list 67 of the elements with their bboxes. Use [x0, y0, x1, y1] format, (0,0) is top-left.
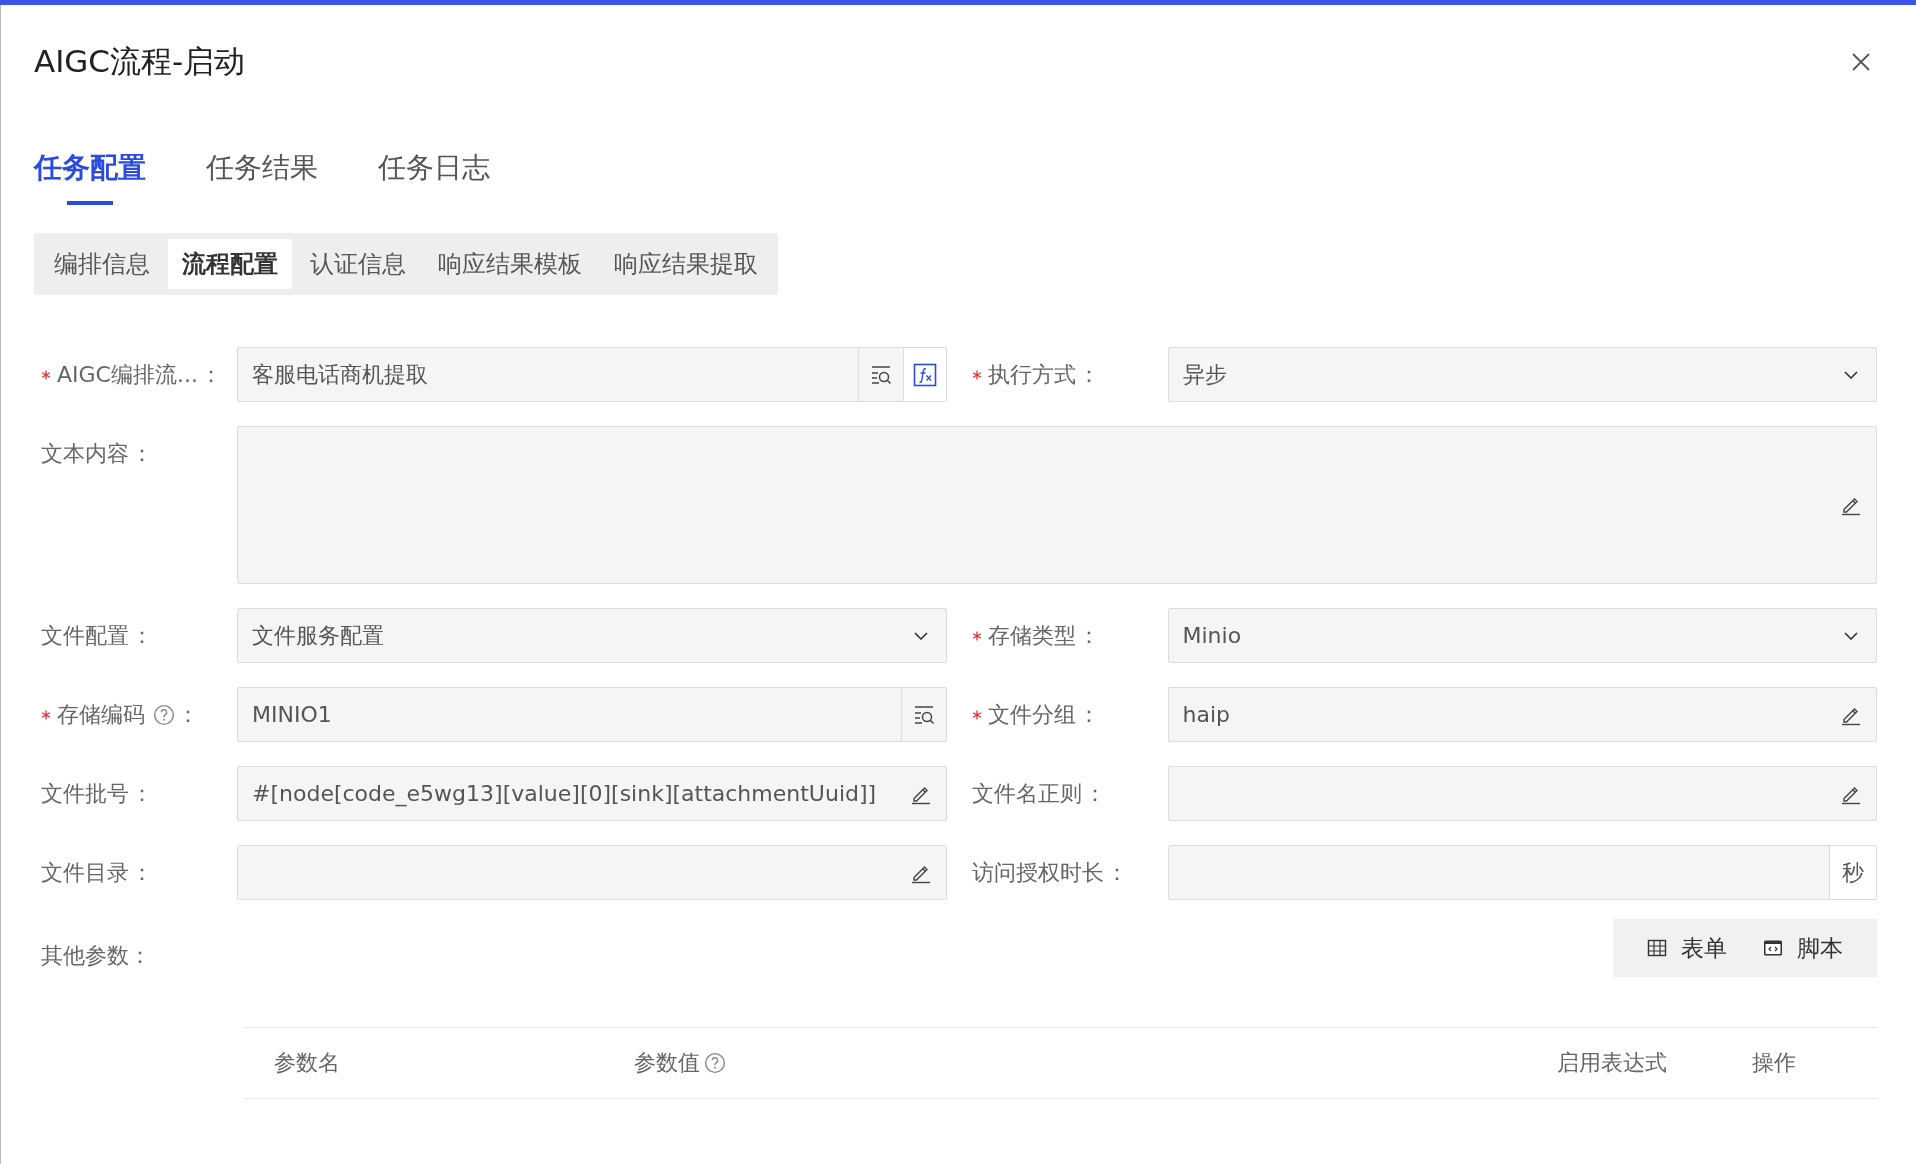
column-header: 启用表达式: [1557, 1049, 1667, 1077]
label-colon: ：: [131, 858, 154, 887]
field-label: 文件配置: [41, 621, 129, 650]
unit-addon: 秒: [1829, 846, 1876, 899]
sub-tab[interactable]: 响应结果模板: [424, 239, 596, 289]
field-value: 异步: [1181, 360, 1228, 389]
field-label: 文本内容: [41, 439, 129, 468]
formula-button[interactable]: [902, 348, 946, 401]
input-field[interactable]: #[node[code_e5wg13][value][0][sink][attachmentUuid]]: [237, 766, 947, 821]
field-label: AIGC编排流...: [57, 360, 198, 389]
input-field[interactable]: 秒: [1167, 845, 1877, 900]
label-colon: ：: [199, 360, 223, 389]
input-field[interactable]: MINIO1: [237, 687, 947, 742]
mode-button[interactable]: 脚本: [1753, 926, 1853, 970]
field-label: 文件分组: [987, 700, 1076, 729]
field-value: 文件服务配置: [251, 621, 385, 650]
chevron-down-icon: [1844, 631, 1858, 640]
input-field[interactable]: 文件服务配置: [237, 608, 947, 663]
field-value: MINIO1: [251, 702, 333, 727]
field-value: #[node[code_e5wg13][value][0][sink][attachmentUuid]]: [251, 781, 878, 806]
label-colon: ：: [1083, 779, 1107, 808]
label-colon: ：: [1105, 858, 1129, 887]
help-icon[interactable]: [704, 1052, 726, 1074]
label-colon: ：: [131, 621, 154, 650]
label-colon: ：: [131, 439, 154, 468]
code-window-icon: [1763, 938, 1783, 958]
dialog-title: AIGC流程-启动: [34, 42, 246, 81]
tab[interactable]: 任务结果: [206, 149, 318, 205]
column-header: 操作: [1752, 1049, 1796, 1077]
table-icon: [1647, 938, 1667, 958]
input-field[interactable]: [1167, 766, 1877, 821]
chevron-down-icon: [1844, 370, 1858, 379]
field-label: 访问授权时长: [971, 858, 1104, 887]
mode-button[interactable]: 表单: [1637, 926, 1737, 970]
close-icon[interactable]: [1851, 52, 1871, 72]
input-field[interactable]: [237, 426, 1877, 584]
field-label: 文件名正则: [971, 779, 1082, 808]
label-colon: ：: [1077, 360, 1101, 389]
tab[interactable]: 任务配置: [34, 149, 146, 205]
field-value: 客服电话商机提取: [251, 360, 429, 389]
field-label: 存储编码: [57, 700, 145, 729]
input-field[interactable]: 异步: [1167, 347, 1877, 402]
sub-tab[interactable]: 认证信息: [296, 239, 420, 289]
input-field[interactable]: 客服电话商机提取: [237, 347, 947, 402]
field-label: 存储类型: [987, 621, 1076, 650]
tab[interactable]: 任务日志: [378, 149, 490, 205]
label-colon: ：: [1077, 700, 1101, 729]
field-value: Minio: [1181, 623, 1243, 648]
field-label: 文件批号: [41, 779, 129, 808]
field-value: haip: [1181, 702, 1231, 727]
sub-tab[interactable]: 响应结果提取: [600, 239, 772, 289]
sub-tab[interactable]: 流程配置: [168, 239, 292, 289]
input-field[interactable]: Minio: [1167, 608, 1877, 663]
label-colon: ：: [177, 700, 200, 729]
field-label: 执行方式: [987, 360, 1076, 389]
help-icon[interactable]: [153, 703, 175, 726]
input-field[interactable]: haip: [1167, 687, 1877, 742]
field-label: 文件目录: [41, 858, 129, 887]
column-header: 参数值: [634, 1049, 700, 1077]
input-field[interactable]: [237, 845, 947, 900]
column-header: 参数名: [274, 1049, 340, 1077]
field-label: 其他参数：: [41, 941, 151, 970]
label-colon: ：: [131, 779, 154, 808]
sub-tab[interactable]: 编排信息: [40, 239, 164, 289]
function-icon: [912, 362, 937, 387]
label-colon: ：: [1077, 621, 1101, 650]
chevron-down-icon: [913, 631, 928, 640]
